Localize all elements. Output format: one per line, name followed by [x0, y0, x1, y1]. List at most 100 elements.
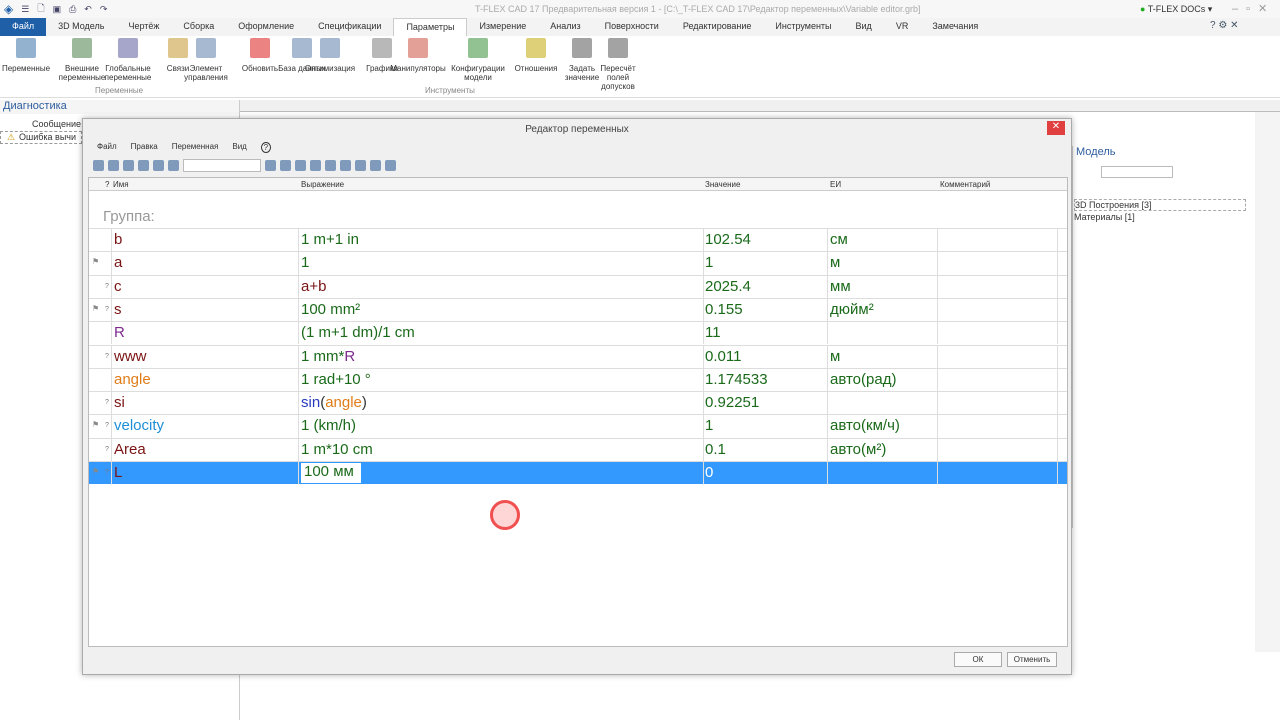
- model-search[interactable]: [1101, 166, 1173, 178]
- tab-0[interactable]: Файл: [0, 18, 47, 36]
- expression-cell[interactable]: 1 rad+10 °: [301, 371, 371, 388]
- unit-cell[interactable]: мм: [830, 278, 851, 295]
- flag-icon[interactable]: ⚑: [92, 257, 99, 266]
- flag-icon[interactable]: ⚑: [92, 304, 99, 313]
- tab-6[interactable]: Параметры: [393, 18, 468, 36]
- unit-cell[interactable]: авто(м²): [830, 441, 886, 458]
- new-variable-icon[interactable]: [93, 160, 104, 171]
- window-controls[interactable]: –▫✕: [1232, 2, 1275, 15]
- tree-item[interactable]: 3D Построения [3]: [1074, 199, 1246, 211]
- name-cell[interactable]: R: [114, 324, 125, 341]
- print-icon[interactable]: ⎙: [69, 4, 76, 15]
- name-cell[interactable]: L: [114, 464, 122, 481]
- expression-cell[interactable]: a+b: [301, 278, 326, 295]
- expression-cell[interactable]: 100 mm²: [301, 301, 360, 318]
- find-icon[interactable]: [168, 160, 179, 171]
- diagnostic-item[interactable]: ⚠ Ошибка вычи: [0, 131, 82, 144]
- tab-5[interactable]: Спецификации: [306, 18, 393, 36]
- unit-cell[interactable]: м: [830, 254, 840, 271]
- table-row[interactable]: ? si sin(angle) 0.92251: [89, 391, 1067, 415]
- redo-icon[interactable]: [138, 160, 149, 171]
- search-input[interactable]: [183, 159, 261, 172]
- table-row[interactable]: R (1 m+1 dm)/1 cm 11: [89, 321, 1067, 345]
- ribbon-button-10[interactable]: Конфигурации модели: [450, 38, 506, 82]
- expression-cell[interactable]: 100 мм: [301, 463, 361, 483]
- name-cell[interactable]: si: [114, 394, 125, 411]
- menu-item[interactable]: Переменная: [172, 142, 219, 153]
- expression-cell[interactable]: 1 m*10 cm: [301, 441, 373, 458]
- undo-icon[interactable]: ↶: [84, 4, 92, 15]
- tab-11[interactable]: Инструменты: [763, 18, 843, 36]
- table-row[interactable]: ? c a+b 2025.4 мм: [89, 274, 1067, 298]
- help-icon[interactable]: ? ⚙ ✕: [1210, 20, 1238, 31]
- ribbon-button-0[interactable]: Переменные: [0, 38, 54, 73]
- search-icon[interactable]: [265, 160, 276, 171]
- unit-cell[interactable]: дюйм²: [830, 301, 874, 318]
- menu-item[interactable]: Файл: [97, 142, 117, 153]
- ok-button[interactable]: ОК: [954, 652, 1002, 667]
- expression-cell[interactable]: 1 (km/h): [301, 417, 356, 434]
- delete-icon[interactable]: [310, 160, 321, 171]
- group-header[interactable]: Группа:: [103, 208, 155, 225]
- col-expr[interactable]: Выражение: [301, 180, 344, 189]
- flag-icon[interactable]: ⚑: [92, 420, 99, 429]
- tab-4[interactable]: Оформление: [226, 18, 306, 36]
- tflex-docs-button[interactable]: ● T-FLEX DOCs ▾: [1140, 4, 1212, 15]
- menu-item[interactable]: Правка: [131, 142, 158, 153]
- tree-item[interactable]: Материалы [1]: [1074, 212, 1135, 222]
- table-row[interactable]: ? www 1 mm*R 0.011 м: [89, 344, 1067, 368]
- menu-item[interactable]: Вид: [232, 142, 246, 153]
- name-cell[interactable]: a: [114, 254, 122, 271]
- table-row[interactable]: ⚑? s 100 mm² 0.155 дюйм²: [89, 297, 1067, 322]
- column-header[interactable]: Сообщение: [32, 119, 81, 129]
- name-cell[interactable]: s: [114, 301, 122, 318]
- save-icon[interactable]: ▣: [53, 4, 62, 15]
- name-cell[interactable]: c: [114, 278, 122, 295]
- cancel-button[interactable]: Отменить: [1007, 652, 1057, 667]
- expression-cell[interactable]: (1 m+1 dm)/1 cm: [301, 324, 415, 341]
- unit-cell[interactable]: авто(рад): [830, 371, 896, 388]
- unit-cell[interactable]: м: [830, 348, 840, 365]
- tab-7[interactable]: Измерение: [467, 18, 538, 36]
- expression-cell[interactable]: 1 m+1 in: [301, 231, 359, 248]
- expression-cell[interactable]: 1 mm*R: [301, 348, 355, 365]
- tab-14[interactable]: Замечания: [920, 18, 990, 36]
- name-cell[interactable]: www: [114, 348, 147, 365]
- table-row[interactable]: ⚑ a 1 1 м: [89, 251, 1067, 275]
- unit-cell[interactable]: см: [830, 231, 848, 248]
- table-row[interactable]: b 1 m+1 in 102.54 см: [89, 228, 1067, 252]
- tab-1[interactable]: 3D Модель: [46, 18, 116, 36]
- col-name[interactable]: Имя: [113, 180, 129, 189]
- paste-icon[interactable]: [295, 160, 306, 171]
- col-unit[interactable]: ЕИ: [830, 180, 841, 189]
- tab-13[interactable]: VR: [884, 18, 921, 36]
- menu-icon[interactable]: ☰: [21, 4, 29, 15]
- sort-up-icon[interactable]: [355, 160, 366, 171]
- app-icon[interactable]: ◈: [4, 2, 13, 16]
- expression-cell[interactable]: sin(angle): [301, 394, 367, 411]
- unit-cell[interactable]: авто(км/ч): [830, 417, 900, 434]
- ribbon-button-13[interactable]: Пересчёт полей допусков: [590, 38, 646, 91]
- ribbon-button-2[interactable]: Глобальные переменные: [100, 38, 156, 82]
- col-value[interactable]: Значение: [705, 180, 740, 189]
- table-row[interactable]: ? Area 1 m*10 cm 0.1 авто(м²): [89, 437, 1067, 461]
- table-row[interactable]: angle 1 rad+10 ° 1.174533 авто(рад): [89, 367, 1067, 392]
- sort-down-icon[interactable]: [340, 160, 351, 171]
- list-icon[interactable]: [153, 160, 164, 171]
- tab-10[interactable]: Редактирование: [671, 18, 764, 36]
- tab-12[interactable]: Вид: [844, 18, 884, 36]
- tab-8[interactable]: Анализ: [538, 18, 592, 36]
- tab-9[interactable]: Поверхности: [593, 18, 671, 36]
- ribbon-button-7[interactable]: Оптимизация: [302, 38, 358, 73]
- copy-icon[interactable]: [280, 160, 291, 171]
- table-row[interactable]: ⚑? L 100 мм 0: [89, 461, 1067, 485]
- ribbon-button-4[interactable]: Элемент управления: [178, 38, 234, 82]
- redo-icon[interactable]: ↷: [100, 4, 108, 15]
- print-icon[interactable]: [108, 160, 119, 171]
- expression-cell[interactable]: 1: [301, 254, 309, 271]
- close-button[interactable]: ✕: [1047, 121, 1065, 135]
- name-cell[interactable]: angle: [114, 371, 151, 388]
- name-cell[interactable]: b: [114, 231, 122, 248]
- col-comment[interactable]: Комментарий: [940, 180, 990, 189]
- new-icon[interactable]: 🗋: [37, 1, 44, 17]
